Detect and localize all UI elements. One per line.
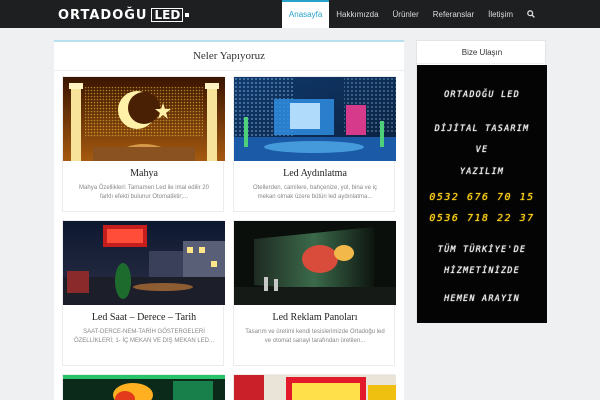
card-title[interactable]: Led Reklam Panoları: [234, 312, 396, 323]
logo-text: ORTADOĞU: [58, 7, 148, 23]
service-card-5[interactable]: [62, 374, 225, 400]
led-aydinlatma-image[interactable]: [234, 77, 396, 161]
led-reklam-image[interactable]: [234, 221, 396, 305]
card-excerpt: Otellerden, camilere, bahçenize, yol, bi…: [252, 185, 378, 200]
mahya-image[interactable]: [63, 77, 225, 161]
nav-item-hakkimizda[interactable]: Hakkımızda: [329, 0, 385, 28]
main-menu: Anasayfa Hakkımızda Ürünler Referanslar …: [281, 0, 542, 28]
contact-widget: Bize Ulaşın ORTADOĞU LED DİJİTAL TASARIM…: [416, 40, 547, 323]
banner-text: HİZMETİNİZDE: [444, 266, 520, 276]
card-image[interactable]: [63, 375, 225, 400]
card-excerpt: Tasarım ve üretimi kendi tesislerimizde …: [245, 329, 385, 344]
service-card-led-aydinlatma[interactable]: Led Aydınlatma Otellerden, camilere, bah…: [233, 76, 396, 212]
divider: [417, 63, 547, 64]
banner-phone-2[interactable]: 0536 718 22 37: [417, 213, 547, 224]
card-title[interactable]: Led Saat – Derece – Tarih: [63, 312, 225, 323]
nav-item-anasayfa[interactable]: Anasayfa: [281, 0, 330, 28]
banner-phone-1[interactable]: 0532 676 70 15: [417, 192, 547, 203]
service-card-6[interactable]: [233, 374, 396, 400]
search-icon: [527, 10, 535, 18]
banner-text: VE: [475, 145, 489, 155]
service-card-led-saat[interactable]: Led Saat – Derece – Tarih SAAT-DERCE-NEM…: [62, 220, 225, 366]
banner-text: DİJİTAL TASARIM: [434, 124, 530, 134]
logo-led-mark: LED: [151, 8, 184, 22]
top-navigation-bar: ORTADOĞU LED Anasayfa Hakkımızda Ürünler…: [0, 0, 600, 28]
card-title[interactable]: Mahya: [63, 168, 225, 179]
search-button[interactable]: [520, 0, 542, 28]
service-card-mahya[interactable]: Mahya Mahya Özellikleri: Tamamen Led ile…: [62, 76, 225, 212]
nav-item-urunler[interactable]: Ürünler: [386, 0, 426, 28]
card-image[interactable]: [234, 375, 396, 400]
card-excerpt: Mahya Özellikleri: Tamamen Led ile imal …: [79, 185, 209, 200]
widget-title: Bize Ulaşın: [461, 48, 503, 57]
banner-call-to-action: HEMEN ARAYIN: [444, 294, 520, 304]
nav-item-referanslar[interactable]: Referanslar: [426, 0, 481, 28]
banner-text: TÜM TÜRKİYE'DE: [437, 245, 527, 255]
logo-dot: [185, 13, 190, 17]
divider: [54, 70, 404, 71]
nav-item-iletisim[interactable]: İletişim: [481, 0, 520, 28]
card-title[interactable]: Led Aydınlatma: [234, 168, 396, 179]
led-contact-banner: ORTADOĞU LED DİJİTAL TASARIM VE YAZILIM …: [417, 65, 547, 323]
banner-text: YAZILIM: [459, 167, 505, 177]
services-panel: Neler Yapıyoruz Mahya Mahya Özellikleri:…: [54, 40, 404, 400]
led-saat-image[interactable]: [63, 221, 225, 305]
service-card-led-reklam[interactable]: Led Reklam Panoları Tasarım ve üretimi k…: [233, 220, 396, 366]
card-excerpt: SAAT-DERCE-NEM-TARİH GÖSTERGELERİ ÖZELLİ…: [73, 329, 215, 344]
banner-company: ORTADOĞU LED: [444, 90, 520, 100]
site-logo[interactable]: ORTADOĞU LED: [58, 7, 190, 23]
section-title: Neler Yapıyoruz: [192, 50, 266, 62]
